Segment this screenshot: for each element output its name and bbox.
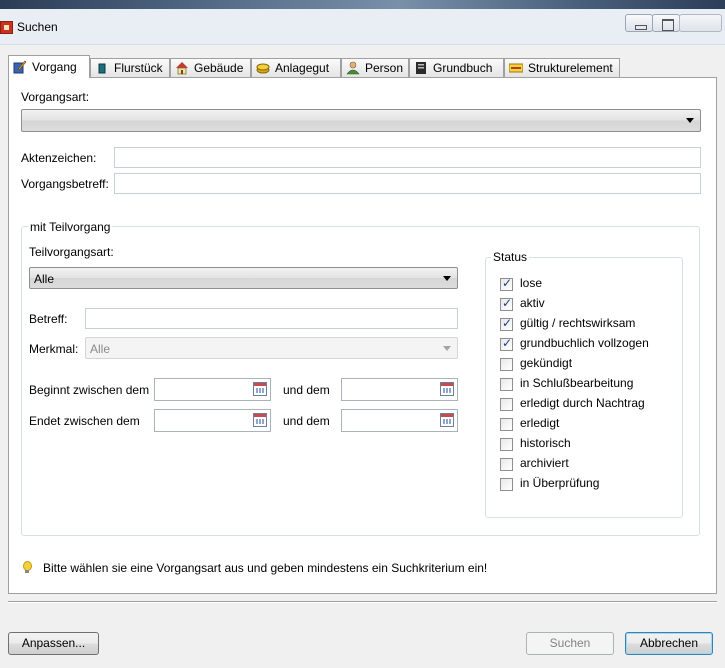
vorgangsbetreff-field[interactable]: [114, 173, 701, 194]
teilvorgang-group-title: mit Teilvorgang: [28, 220, 113, 234]
chevron-down-icon: [443, 276, 451, 281]
teilvorgangsart-value: Alle: [34, 272, 55, 286]
coins-icon: [256, 61, 270, 75]
beginnt-label: Beginnt zwischen dem: [29, 383, 150, 397]
status-checkbox-row[interactable]: aktiv: [500, 296, 545, 312]
status-checkbox[interactable]: [500, 296, 513, 311]
status-checkbox-label: archiviert: [520, 456, 569, 470]
status-checkbox[interactable]: [500, 276, 513, 291]
beginnt-from-date-field[interactable]: [154, 378, 271, 401]
aktenzeichen-field[interactable]: [114, 147, 701, 168]
status-checkbox-row[interactable]: in Überprüfung: [500, 476, 599, 492]
divider: [8, 601, 717, 603]
aktenzeichen-label: Aktenzeichen:: [21, 151, 97, 165]
tab-gebaeude[interactable]: Gebäude: [170, 58, 251, 77]
tab-label: Anlagegut: [275, 61, 330, 75]
tab-grundbuch[interactable]: Grundbuch: [409, 58, 504, 77]
anpassen-button[interactable]: Anpassen...: [8, 632, 99, 655]
status-checkbox[interactable]: [500, 417, 513, 431]
merkmal-dropdown[interactable]: Alle: [85, 337, 458, 359]
pencil-book-icon: [13, 60, 27, 74]
status-checkbox-row[interactable]: gekündigt: [500, 356, 572, 372]
vorgangsart-label: Vorgangsart:: [21, 90, 90, 104]
status-checkbox-row[interactable]: gültig / rechtswirksam: [500, 316, 635, 332]
person-icon: [346, 61, 360, 75]
maximize-button[interactable]: [652, 14, 680, 32]
teilvorgangsart-label: Teilvorgangsart:: [29, 245, 114, 259]
parcel-marker-icon: [95, 61, 109, 75]
status-checkbox-label: aktiv: [520, 296, 545, 310]
status-checkbox-row[interactable]: erledigt: [500, 416, 559, 432]
status-checkbox-row[interactable]: lose: [500, 276, 542, 292]
endet-from-date-field[interactable]: [154, 409, 271, 432]
status-checkbox[interactable]: [500, 457, 513, 471]
app-icon: [0, 21, 13, 34]
status-group-title: Status: [491, 250, 530, 264]
status-checkbox-label: gültig / rechtswirksam: [520, 316, 636, 330]
status-checkbox[interactable]: [500, 336, 513, 351]
background-strip: [0, 0, 725, 9]
status-checkbox-row[interactable]: archiviert: [500, 456, 569, 472]
window-title-bar: Suchen: [0, 9, 725, 45]
status-checkbox-label: erledigt durch Nachtrag: [520, 396, 645, 410]
tab-vorgang[interactable]: Vorgang: [8, 55, 90, 78]
vorgangsart-dropdown[interactable]: [21, 109, 701, 132]
status-checkbox-row[interactable]: grundbuchlich vollzogen: [500, 336, 649, 352]
endet-to-date-field[interactable]: [341, 409, 458, 432]
status-checkbox-label: in Überprüfung: [520, 476, 600, 490]
status-checkbox-row[interactable]: in Schlußbearbeitung: [500, 376, 633, 392]
tab-flurstueck[interactable]: Flurstück: [90, 58, 170, 77]
status-checkbox-label: grundbuchlich vollzogen: [520, 336, 649, 350]
beginnt-to-date-field[interactable]: [341, 378, 458, 401]
status-checkbox-row[interactable]: erledigt durch Nachtrag: [500, 396, 645, 412]
tab-label: Person: [365, 61, 404, 75]
abbrechen-button[interactable]: Abbrechen: [625, 632, 713, 655]
tab-label: Flurstück: [114, 61, 163, 75]
tab-label: Vorgang: [32, 60, 77, 74]
tab-label: Gebäude: [194, 61, 244, 75]
status-checkbox[interactable]: [500, 437, 513, 451]
merkmal-label: Merkmal:: [29, 342, 79, 356]
status-checkbox-label: lose: [520, 276, 543, 290]
lightbulb-icon: [21, 561, 32, 575]
ledger-book-icon: [414, 61, 428, 75]
close-button[interactable]: [679, 14, 722, 32]
house-icon: [175, 61, 189, 75]
tab-anlagegut[interactable]: Anlagegut: [251, 58, 341, 77]
status-checkbox[interactable]: [500, 377, 513, 391]
betreff-field[interactable]: [85, 308, 458, 329]
chevron-down-icon: [686, 118, 694, 123]
status-checkbox[interactable]: [500, 477, 513, 491]
suchen-button[interactable]: Suchen: [526, 632, 614, 655]
tab-strukturelement[interactable]: Strukturelement: [504, 58, 620, 77]
status-checkbox[interactable]: [500, 316, 513, 331]
status-checkbox-row[interactable]: historisch: [500, 436, 571, 452]
und-dem-label: und dem: [283, 414, 330, 428]
street-sign-icon: [508, 61, 524, 75]
status-checkbox-label: gekündigt: [520, 356, 573, 370]
hint-text: Bitte wählen sie eine Vorgangsart aus un…: [43, 561, 488, 575]
status-checkbox-label: erledigt: [520, 416, 560, 430]
minimize-button[interactable]: [625, 14, 653, 32]
status-checkbox[interactable]: [500, 397, 513, 411]
tab-label: Strukturelement: [528, 61, 613, 75]
status-checkbox-label: historisch: [520, 436, 571, 450]
calendar-icon[interactable]: [253, 382, 267, 396]
calendar-icon[interactable]: [440, 413, 454, 427]
chevron-down-icon: [443, 346, 451, 351]
endet-label: Endet zwischen dem: [29, 414, 140, 428]
status-checkbox-label: in Schlußbearbeitung: [520, 376, 634, 390]
calendar-icon[interactable]: [440, 382, 454, 396]
window-title: Suchen: [17, 20, 58, 34]
betreff-label: Betreff:: [29, 312, 68, 326]
vorgangsbetreff-label: Vorgangsbetreff:: [21, 177, 109, 191]
teilvorgangsart-dropdown[interactable]: Alle: [29, 267, 458, 289]
tab-person[interactable]: Person: [341, 58, 409, 77]
status-checkbox[interactable]: [500, 357, 513, 371]
merkmal-value: Alle: [90, 342, 111, 356]
und-dem-label: und dem: [283, 383, 330, 397]
calendar-icon[interactable]: [253, 413, 267, 427]
tab-label: Grundbuch: [433, 61, 493, 75]
